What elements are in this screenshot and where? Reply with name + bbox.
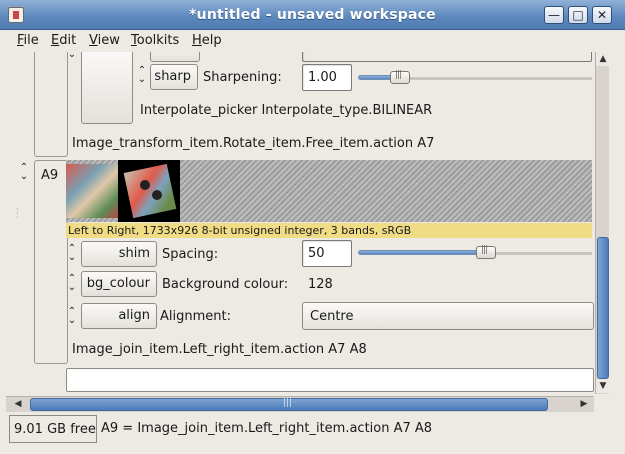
upper-param-field[interactable] xyxy=(302,52,592,62)
workspace-area[interactable]: ⌄ ⌃⌄ sharp Sharpening: 1.00 Interpolate_… xyxy=(6,52,610,394)
horizontal-scrollbar[interactable]: ◀ ||| ▶ xyxy=(6,396,594,412)
spin-arrows-icon[interactable]: ⌄ xyxy=(66,52,78,60)
align-button[interactable]: align xyxy=(81,303,157,329)
sharpening-slider-thumb[interactable] xyxy=(390,70,410,84)
upper-param-button[interactable] xyxy=(150,52,200,62)
vertical-scrollbar[interactable]: ▲ ▼ xyxy=(595,52,610,394)
spin-arrows-icon[interactable]: ⌃ ⌄ xyxy=(66,274,78,293)
image-caption: Left to Right, 1733x926 8-bit unsigned i… xyxy=(66,223,592,238)
maximize-button[interactable]: □ xyxy=(568,6,588,24)
spin-arrows-icon[interactable]: ⌃ ⌄ xyxy=(136,66,148,85)
menu-bar: File Edit View Toolkits Help xyxy=(0,30,625,52)
upper-item-button[interactable] xyxy=(81,52,133,124)
title-bar[interactable]: *untitled - unsaved workspace — □ ✕ xyxy=(0,0,625,30)
interpolate-text: Interpolate_picker Interpolate_type.BILI… xyxy=(140,103,433,118)
menu-file[interactable]: File xyxy=(17,33,39,48)
arrow-left-icon[interactable]: ◀ xyxy=(10,397,26,412)
a9-action-text: Image_join_item.Left_right_item.action A… xyxy=(72,342,367,357)
sharpening-input[interactable]: 1.00 xyxy=(302,64,352,91)
thumbnail-image-a8[interactable] xyxy=(118,160,180,222)
thumbnail-image-a7[interactable] xyxy=(66,164,118,218)
spin-arrows-icon[interactable]: ⌃ ⌄ xyxy=(66,244,78,263)
spin-arrows-icon[interactable]: ⌃ ⌄ xyxy=(18,163,30,182)
upper-item-rail xyxy=(34,52,68,157)
row-drag-handle[interactable]: · · · xyxy=(16,206,20,222)
spacing-input[interactable]: 50 xyxy=(302,240,352,267)
menu-toolkits[interactable]: Toolkits xyxy=(131,33,179,48)
sharpening-label: Sharpening: xyxy=(203,70,282,85)
command-input[interactable] xyxy=(66,368,594,392)
alignment-dropdown[interactable]: Centre xyxy=(302,302,594,330)
vertical-scroll-thumb[interactable] xyxy=(597,237,609,379)
arrow-right-icon[interactable]: ▶ xyxy=(576,397,592,412)
spin-arrows-icon[interactable]: ⌃ ⌄ xyxy=(66,307,78,326)
status-message: A9 = Image_join_item.Left_right_item.act… xyxy=(101,421,433,436)
window-title: *untitled - unsaved workspace xyxy=(189,7,436,23)
menu-view[interactable]: View xyxy=(89,33,120,48)
menu-help[interactable]: Help xyxy=(192,33,222,48)
a9-label[interactable]: A9 xyxy=(41,168,58,183)
shim-button[interactable]: shim xyxy=(81,241,157,267)
minimize-button[interactable]: — xyxy=(544,6,564,24)
sharp-button[interactable]: sharp xyxy=(150,64,198,90)
bg-colour-button[interactable]: bg_colour xyxy=(81,271,157,297)
spacing-label: Spacing: xyxy=(162,247,219,262)
background-colour-value[interactable]: 128 xyxy=(308,277,333,292)
upper-action-text: Image_transform_item.Rotate_item.Free_it… xyxy=(72,136,435,151)
arrow-up-icon[interactable]: ▲ xyxy=(596,52,610,66)
arrow-down-icon[interactable]: ▼ xyxy=(596,379,610,393)
a9-rail: A9 xyxy=(34,160,68,364)
alignment-label: Alignment: xyxy=(160,309,231,324)
spacing-slider-thumb[interactable] xyxy=(476,245,496,259)
image-view[interactable] xyxy=(66,160,592,222)
background-colour-label: Background colour: xyxy=(162,277,289,292)
horizontal-scroll-thumb[interactable]: ||| xyxy=(30,398,548,411)
close-button[interactable]: ✕ xyxy=(592,6,612,24)
spacing-slider[interactable] xyxy=(358,250,486,255)
free-space-indicator: 9.01 GB free xyxy=(9,415,97,443)
menu-edit[interactable]: Edit xyxy=(51,33,76,48)
